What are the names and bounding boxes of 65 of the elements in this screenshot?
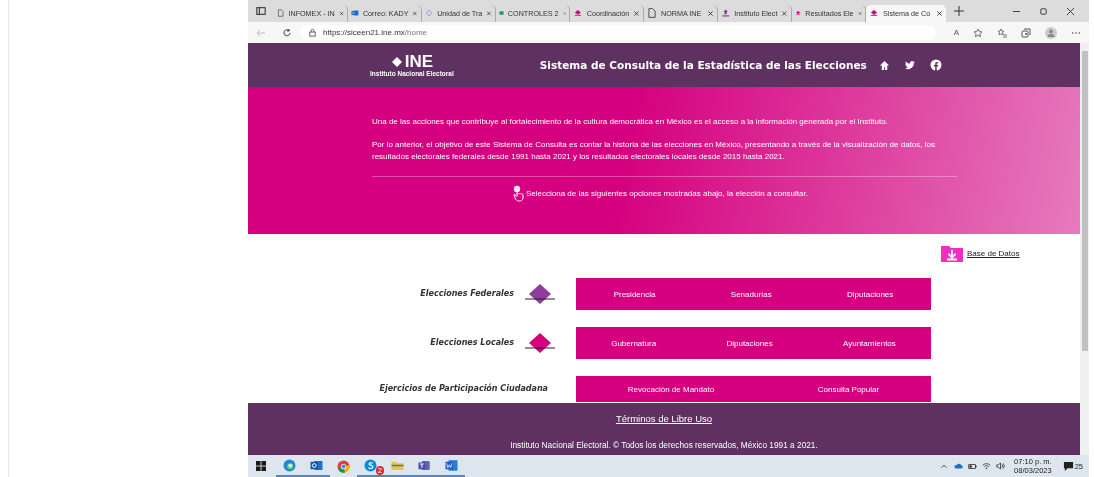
intro-paragraph: Una de las acciones que contribuye al fortalecimiento de la cultura democrática en México es el acceso a la información generada por el Instituto. xyxy=(372,116,889,128)
election-option[interactable]: Gubernatura xyxy=(607,334,661,352)
lock-icon xyxy=(308,28,317,37)
browser-icon[interactable] xyxy=(282,457,297,473)
cloud-icon[interactable] xyxy=(953,462,964,470)
upload-icon xyxy=(721,8,731,18)
pointing-hand-icon xyxy=(512,184,524,203)
intro-paragraph: Por lo anterior, el objetivo de este Sistema de Consulta es contar la historia de las elecciones en México, presentando a través de la visualización de datos, los resultados electorales federales desde 1991 hasta 2021 y los resultados electorales locales desde 2015 hasta 2021. xyxy=(372,138,936,163)
close-icon[interactable] xyxy=(936,9,943,17)
document-app-icon[interactable] xyxy=(444,457,459,473)
ballot-box-icon xyxy=(524,283,556,305)
election-option[interactable]: Diputaciones xyxy=(843,285,898,303)
page-icon xyxy=(277,8,285,18)
election-option[interactable]: Revocación de Mandato xyxy=(623,380,719,398)
close-icon[interactable] xyxy=(633,9,640,17)
tab-actions-icon[interactable] xyxy=(256,6,266,16)
refresh-icon[interactable] xyxy=(282,27,292,38)
terms-link[interactable]: Términos de Libre Uso xyxy=(615,413,713,424)
chrome-icon[interactable] xyxy=(336,458,351,474)
url-text: https://siceen21.ine.mx/home xyxy=(323,28,428,37)
chat-app-icon[interactable] xyxy=(363,457,378,473)
election-option[interactable]: Ayuntamientos xyxy=(839,334,900,352)
chat-bubble-icon xyxy=(1062,460,1074,472)
section-label: Ejercicios de Participación Ciudadana xyxy=(378,382,548,395)
favorites-icon[interactable] xyxy=(997,27,1007,38)
election-option[interactable]: Diputaciones xyxy=(722,334,777,352)
site-title: Sistema de Consulta de la Estadística de las Elecciones xyxy=(539,59,867,71)
twitter-bird-icon[interactable] xyxy=(904,59,916,71)
wifi-icon[interactable] xyxy=(982,462,992,470)
folder-download-icon xyxy=(940,243,964,263)
scrollbar[interactable] xyxy=(1080,43,1089,455)
close-icon[interactable] xyxy=(1066,6,1075,16)
favorite-star-icon[interactable] xyxy=(973,27,983,38)
diamond-icon xyxy=(869,8,879,18)
diamond-icon xyxy=(573,8,583,18)
mail-app-icon xyxy=(351,8,359,18)
ballot-box-icon xyxy=(524,332,556,354)
election-option[interactable]: Consulta Popular xyxy=(813,380,884,398)
copyright-text: Instituto Nacional Electoral. © Todos los derechos reservados, México 1991 a 2021. xyxy=(510,440,818,450)
battery-icon[interactable] xyxy=(968,462,978,470)
start-icon[interactable] xyxy=(256,461,266,471)
read-aloud-icon[interactable]: A xyxy=(953,28,959,37)
logo-text: INE xyxy=(404,53,434,70)
section-label: Elecciones Locales xyxy=(429,337,514,349)
collections-icon[interactable] xyxy=(1021,27,1031,38)
election-option[interactable]: Presidencia xyxy=(609,285,660,303)
speaker-icon[interactable] xyxy=(996,462,1006,470)
facebook-icon[interactable] xyxy=(930,59,942,71)
spreadsheet-app-icon xyxy=(499,8,504,18)
section-label: Elecciones Federales xyxy=(419,288,514,300)
address-bar[interactable]: https://siceen21.ine.mx/home xyxy=(300,25,936,40)
close-icon[interactable] xyxy=(707,9,714,17)
home-icon[interactable] xyxy=(879,59,890,71)
chevron-up-icon[interactable] xyxy=(940,462,949,470)
page-icon xyxy=(647,8,657,18)
election-option[interactable]: Senadurías xyxy=(726,285,776,303)
diamond-icon xyxy=(390,55,403,68)
close-icon[interactable] xyxy=(781,9,788,17)
diamond-icon xyxy=(795,8,802,18)
database-link[interactable]: Base de Datos xyxy=(940,243,1080,263)
instruction-text: Selecciona de las siguientes opciones mostradas abajo, la elección a consultar. xyxy=(526,189,808,198)
new-tab-icon[interactable] xyxy=(954,6,964,16)
restore-icon[interactable] xyxy=(1039,6,1048,16)
more-menu-icon[interactable] xyxy=(1071,30,1081,35)
profile-avatar-icon[interactable] xyxy=(1045,26,1057,39)
